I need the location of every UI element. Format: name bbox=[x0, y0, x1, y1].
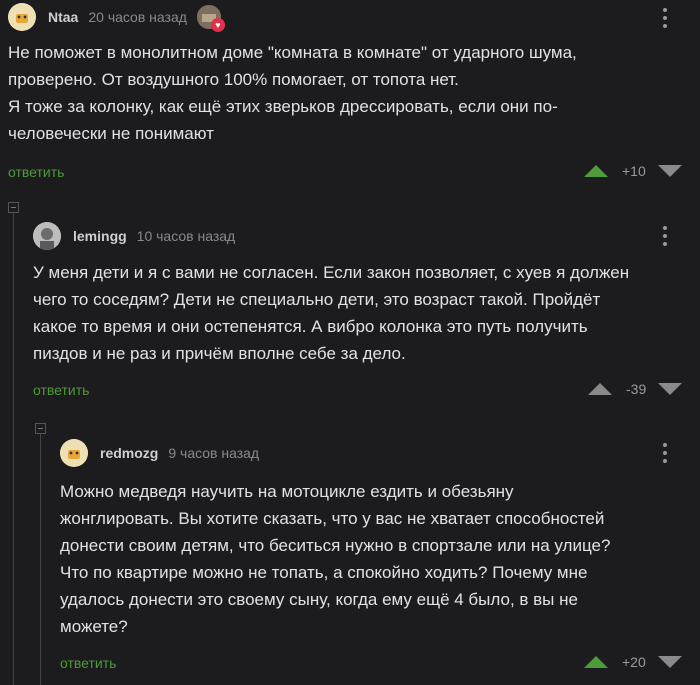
comment-header: Ntaa 20 часов назад ♥ bbox=[8, 1, 225, 33]
avatar[interactable] bbox=[8, 3, 36, 31]
rating-score: +10 bbox=[622, 163, 646, 179]
author-name[interactable]: redmozg bbox=[100, 445, 158, 461]
reply-button[interactable]: ответить bbox=[60, 655, 116, 671]
comment-text: Не поможет в монолитном доме "комната в … bbox=[8, 43, 577, 143]
more-options-icon[interactable] bbox=[663, 443, 667, 463]
collapse-thread-button[interactable] bbox=[35, 423, 46, 434]
downvote-icon[interactable] bbox=[658, 383, 683, 395]
vote-controls: -39 bbox=[588, 379, 683, 399]
vote-controls: +10 bbox=[584, 161, 682, 181]
reply-button[interactable]: ответить bbox=[33, 382, 89, 398]
comment-text: У меня дети и я с вами не согласен. Если… bbox=[33, 263, 630, 363]
upvote-icon[interactable] bbox=[584, 165, 608, 177]
comment-header: redmozg 9 часов назад bbox=[60, 437, 259, 469]
vote-controls: +20 bbox=[584, 652, 682, 672]
timestamp: 9 часов назад bbox=[168, 445, 260, 461]
timestamp: 20 часов назад bbox=[88, 9, 187, 25]
more-options-icon[interactable] bbox=[663, 8, 667, 28]
thread-line[interactable] bbox=[40, 434, 41, 685]
comment-header: lemingg 10 часов назад bbox=[33, 220, 235, 252]
rating-score: +20 bbox=[622, 654, 646, 670]
heart-icon: ♥ bbox=[210, 18, 225, 32]
avatar[interactable] bbox=[60, 439, 88, 467]
more-options-icon[interactable] bbox=[663, 226, 667, 246]
thread-line[interactable] bbox=[13, 213, 14, 685]
rating-score: -39 bbox=[626, 381, 647, 397]
downvote-icon[interactable] bbox=[657, 165, 682, 177]
reply-button[interactable]: ответить bbox=[8, 164, 64, 180]
upvote-icon[interactable] bbox=[588, 383, 612, 395]
avatar[interactable] bbox=[33, 222, 61, 250]
award-badge[interactable]: ♥ bbox=[196, 5, 225, 32]
author-name[interactable]: lemingg bbox=[73, 228, 127, 244]
author-name[interactable]: Ntaa bbox=[48, 9, 78, 25]
downvote-icon[interactable] bbox=[657, 656, 682, 668]
collapse-thread-button[interactable] bbox=[8, 202, 19, 213]
upvote-icon[interactable] bbox=[584, 656, 608, 668]
timestamp: 10 часов назад bbox=[136, 228, 236, 244]
comment-text: Можно медведя научить на мотоцикле ездит… bbox=[60, 482, 611, 636]
